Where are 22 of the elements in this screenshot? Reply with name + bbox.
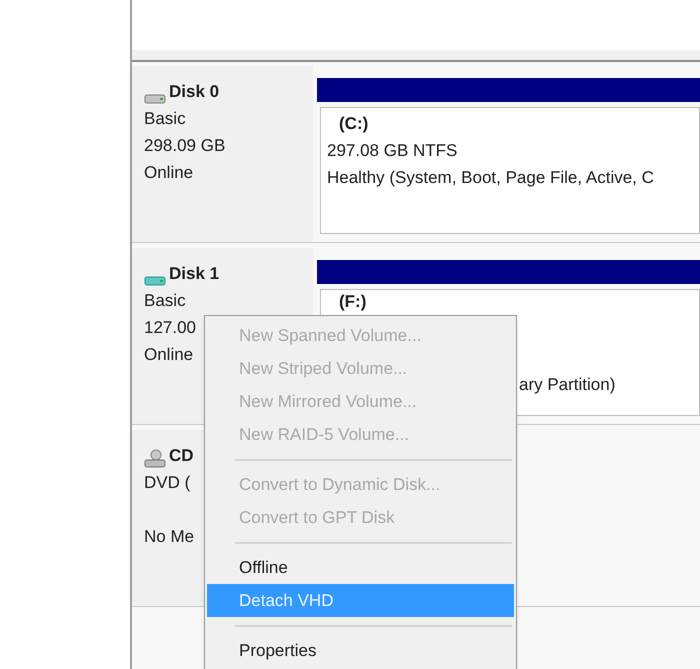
disk-info: 298.09 GB — [144, 135, 226, 157]
disk-name: CD — [169, 445, 194, 467]
disk-info: Online — [144, 344, 194, 366]
hard-drive-icon — [144, 93, 166, 105]
disk-name: Disk 1 — [169, 263, 220, 285]
partition-label: (C:) — [339, 113, 368, 135]
partition-status: ary Partition) — [519, 374, 616, 396]
partition-label: (F:) — [339, 292, 366, 313]
optical-drive-icon — [144, 449, 166, 469]
disk-name: Disk 0 — [169, 81, 220, 103]
hard-drive-icon — [144, 275, 166, 287]
partition-status: Healthy (System, Boot, Page File, Active, C — [327, 167, 654, 189]
disk-info: No Me — [144, 526, 194, 548]
disk-info: DVD ( — [144, 472, 190, 494]
disk-info: 127.00 — [144, 317, 196, 339]
menu-item[interactable]: Detach VHD — [207, 584, 514, 617]
disk-info: Online — [144, 162, 194, 184]
menu-item[interactable]: Properties — [207, 634, 514, 667]
partition-size: 297.08 GB NTFS — [327, 140, 458, 162]
disk-info: Basic — [144, 290, 186, 312]
menu-item[interactable]: Offline — [207, 551, 514, 584]
disk-info: Basic — [144, 108, 186, 130]
